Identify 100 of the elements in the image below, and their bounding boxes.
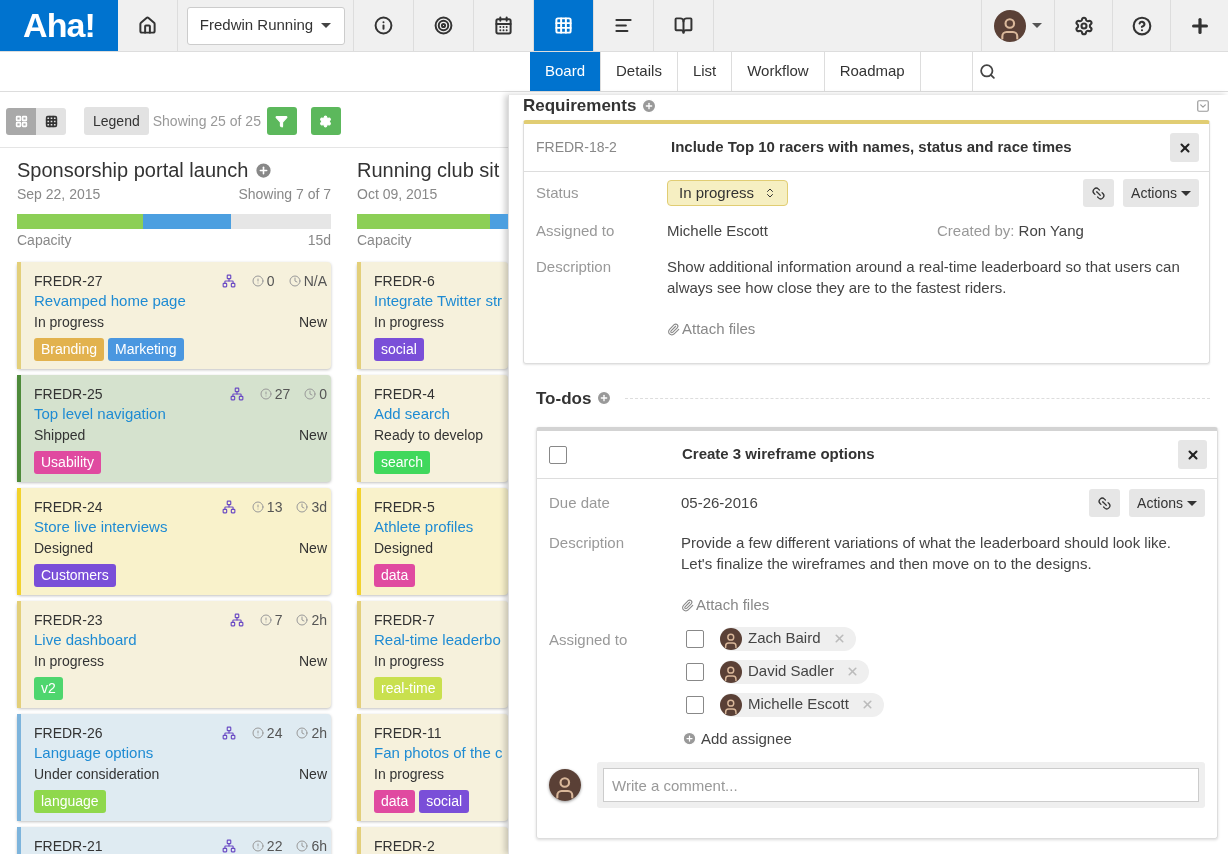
card-state: New <box>299 652 327 671</box>
tag: Usability <box>34 451 101 474</box>
feature-card[interactable]: FREDR-11 Fan photos of the c In progress data social <box>357 714 508 821</box>
assignee-chip[interactable]: Michelle Escott <box>720 692 884 717</box>
feature-card[interactable]: FREDR-7 Real-time leaderbo In progress real-time <box>357 601 508 708</box>
add-icon[interactable] <box>641 98 658 114</box>
checkbox[interactable] <box>686 629 704 648</box>
section-heading: Requirements <box>523 95 637 118</box>
paperclip-icon <box>667 322 680 336</box>
view-toggle[interactable] <box>36 107 66 135</box>
requirement-title: Include Top 10 racers with names, status and race times <box>671 137 1072 158</box>
feature-card[interactable]: FREDR-23 7 2h Live dashboard In progress New v2 <box>17 601 331 708</box>
feature-card[interactable]: FREDR-6 Integrate Twitter str In progress social <box>357 262 508 369</box>
avatar <box>994 9 1026 42</box>
project-dropdown[interactable]: Fredwin Running <box>186 6 345 45</box>
link-button[interactable] <box>1089 489 1121 517</box>
clock-icon <box>296 501 309 513</box>
alert-icon <box>251 727 264 739</box>
alert-icon <box>259 388 272 400</box>
assignee-name[interactable]: Michelle Escott <box>667 219 937 243</box>
feature-card[interactable]: FREDR-25 27 0 Top level navigation Shipped New Usability <box>17 375 331 482</box>
comment-field[interactable]: Write a comment... <box>603 768 1199 802</box>
field-label: Due date <box>549 492 611 513</box>
tag: Branding <box>34 338 105 361</box>
tag: data <box>374 790 416 813</box>
issue-count: 7 <box>274 610 283 630</box>
feature-card[interactable]: FREDR-2 <box>357 827 508 854</box>
release-title[interactable]: Sponsorship portal launch <box>17 155 249 185</box>
checkbox[interactable] <box>686 695 704 714</box>
assignee-chip[interactable]: David Sadler <box>720 659 869 684</box>
filter-button[interactable] <box>266 107 297 135</box>
feature-card[interactable]: FREDR-4 Add search Ready to develop search <box>357 375 508 482</box>
due-date[interactable]: 05-26-2016 <box>681 491 758 515</box>
time-estimate: 6h <box>311 836 327 854</box>
actions-button[interactable]: Actions <box>1129 489 1205 517</box>
caret-icon <box>1187 500 1197 506</box>
attach-files-link[interactable]: Attach files <box>667 318 756 341</box>
section-heading: To-dos <box>536 387 592 410</box>
alert-icon <box>251 840 264 852</box>
field-label: Assigned to <box>536 220 616 241</box>
showing-count: Showing 7 of 7 <box>238 184 331 204</box>
close-icon <box>1177 140 1192 155</box>
card-id: FREDR-24 <box>34 497 103 517</box>
release-title[interactable]: Running club sit <box>357 155 500 185</box>
assignee-chip[interactable]: Zach Baird <box>720 626 856 651</box>
tag: social <box>419 790 470 813</box>
home-icon <box>138 16 157 35</box>
filter-icon <box>275 114 289 128</box>
card-id: FREDR-11 <box>374 723 442 743</box>
caret-icon <box>1181 190 1191 196</box>
card-state: New <box>299 539 327 558</box>
actions-button[interactable]: Actions <box>1123 179 1199 207</box>
close-button[interactable] <box>1170 133 1199 162</box>
link-button[interactable] <box>1083 179 1115 207</box>
calendar-icon <box>494 16 513 35</box>
settings-icon <box>1073 15 1094 36</box>
tag: social <box>374 338 424 361</box>
time-estimate: 2h <box>311 723 327 743</box>
checkbox[interactable] <box>686 662 704 681</box>
capacity-value: 15d <box>307 230 331 250</box>
attach-files-link[interactable]: Attach files <box>681 594 770 617</box>
feature-card[interactable]: FREDR-24 13 3d Store live interviews Designed New Customers <box>17 488 331 595</box>
feature-card[interactable]: FREDR-5 Athlete profiles Designed data <box>357 488 508 595</box>
feature-card[interactable]: FREDR-27 0 N/A Revamped home page In progress New Branding Marketing <box>17 262 331 369</box>
view-tab[interactable]: Board <box>530 52 602 91</box>
card-status: Under consideration <box>34 765 160 784</box>
card-id: FREDR-7 <box>374 610 435 630</box>
feature-card[interactable]: FREDR-21 22 6h <box>17 827 331 854</box>
tag: v2 <box>34 677 63 700</box>
add-assignee-link[interactable]: Add assignee <box>682 727 884 750</box>
showing-count: Showing 25 of 25 <box>152 111 261 131</box>
book-icon <box>674 16 693 35</box>
hierarchy-icon <box>221 500 236 514</box>
add-icon[interactable] <box>254 160 274 180</box>
feature-card[interactable]: FREDR-26 24 2h Language options Under consideration New language <box>17 714 331 821</box>
target-icon <box>434 16 453 35</box>
cards-icon <box>14 114 28 128</box>
view-toggle[interactable] <box>6 107 36 135</box>
issue-count: 24 <box>266 723 283 743</box>
legend-button[interactable]: Legend <box>84 107 149 135</box>
issue-count: 27 <box>274 384 291 404</box>
time-estimate: N/A <box>303 271 327 291</box>
alert-icon <box>259 614 272 626</box>
time-estimate: 0 <box>319 384 327 404</box>
logo[interactable]: Aha! <box>0 0 118 51</box>
tag: data <box>374 564 416 587</box>
field-label: Description <box>549 533 626 553</box>
nav-tab[interactable] <box>534 0 594 51</box>
card-id: FREDR-23 <box>34 610 103 630</box>
clock-icon <box>296 614 309 626</box>
card-id: FREDR-21 <box>34 836 103 854</box>
status-select[interactable]: In progress <box>667 180 789 206</box>
field-label: Description <box>536 257 613 277</box>
avatar <box>720 660 742 683</box>
bars-icon <box>614 16 633 35</box>
checkbox[interactable] <box>549 445 567 464</box>
add-icon[interactable] <box>596 390 613 407</box>
alert-icon <box>251 275 264 287</box>
tag: real-time <box>374 677 443 700</box>
close-button[interactable] <box>1178 440 1207 469</box>
